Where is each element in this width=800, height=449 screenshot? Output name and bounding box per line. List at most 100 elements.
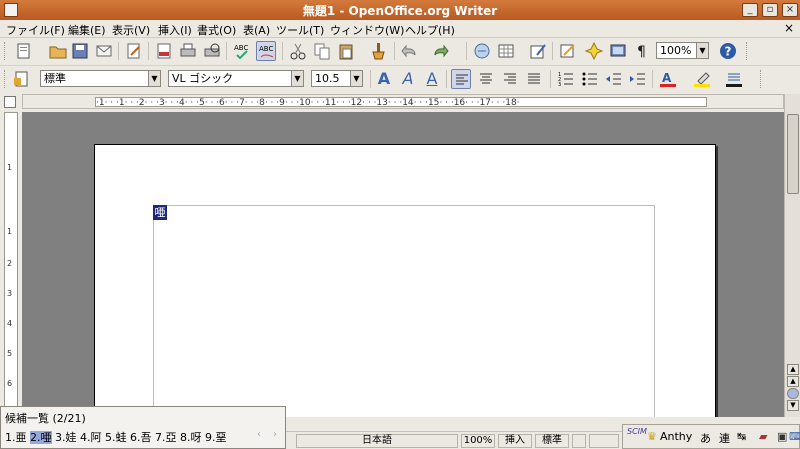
maximize-button[interactable]: ▫ <box>762 3 778 17</box>
cut-icon[interactable] <box>288 41 308 61</box>
insert-image-icon[interactable] <box>528 41 548 61</box>
toolbar-overflow[interactable] <box>746 42 749 60</box>
menu-edit[interactable]: 編集(E) <box>68 22 106 38</box>
ime-conversion-mode[interactable]: 連 <box>719 430 730 446</box>
justify-icon[interactable] <box>524 69 544 89</box>
copy-icon[interactable] <box>312 41 332 61</box>
spellcheck-icon[interactable]: ABC <box>232 41 252 61</box>
formatting-toolbar: 標準 ▼ VL ゴシック ▼ 10.5 ▼ A A A 123 A <box>0 65 800 91</box>
menu-insert[interactable]: 挿入(I) <box>158 22 192 38</box>
candidate-window: 候補一覧 (2/21) 1.亜 2.唖 3.娃 4.阿 5.蛙 6.吾 7.亞 … <box>0 406 286 449</box>
font-color-icon[interactable]: A <box>658 69 678 89</box>
menu-table[interactable]: 表(A) <box>243 22 270 38</box>
new-document-icon[interactable] <box>14 41 34 61</box>
scroll-up-button[interactable]: ▲ <box>787 364 799 375</box>
decrease-indent-icon[interactable] <box>604 69 624 89</box>
save-icon[interactable] <box>70 41 90 61</box>
styles-formatting-icon[interactable] <box>12 69 32 89</box>
menu-help[interactable]: ヘルプ(H) <box>405 22 455 38</box>
print-icon[interactable] <box>178 41 198 61</box>
scrollbar-thumb[interactable] <box>787 114 799 194</box>
export-pdf-icon[interactable] <box>154 41 174 61</box>
menu-view[interactable]: 表示(V) <box>112 22 150 38</box>
toolbar-grip[interactable] <box>4 42 7 60</box>
underline-button[interactable]: A <box>422 69 442 89</box>
close-button[interactable]: × <box>782 3 798 17</box>
undo-icon[interactable] <box>400 41 420 61</box>
document-area[interactable]: 唖 <box>22 112 784 417</box>
candidate-item[interactable]: 3.娃 <box>55 431 77 444</box>
vertical-scrollbar[interactable]: ▲ ▲ ▼ <box>784 94 800 417</box>
tab-stop-selector[interactable] <box>4 96 16 108</box>
font-size-select[interactable]: 10.5 ▼ <box>311 70 363 87</box>
print-preview-icon[interactable] <box>202 41 222 61</box>
navigator-icon[interactable] <box>584 41 604 61</box>
composing-text[interactable]: 唖 <box>153 205 167 220</box>
previous-page-button[interactable]: ▲ <box>787 376 799 387</box>
paste-icon[interactable] <box>336 41 356 61</box>
status-signature[interactable] <box>572 434 586 448</box>
background-color-icon[interactable] <box>724 69 744 89</box>
minimize-button[interactable]: _ <box>742 3 758 17</box>
bold-button[interactable]: A <box>374 69 394 89</box>
next-page-icon[interactable]: › <box>273 429 277 440</box>
menu-file[interactable]: ファイル(F) <box>6 22 65 38</box>
ime-input-mode[interactable]: あ <box>700 430 711 446</box>
navigation-icon[interactable] <box>787 388 799 399</box>
align-center-icon[interactable] <box>476 69 496 89</box>
status-zoom[interactable]: 100% <box>461 434 495 448</box>
candidate-item[interactable]: 1.亜 <box>5 431 27 444</box>
zoom-select[interactable]: 100% ▼ <box>656 42 709 59</box>
redo-icon[interactable] <box>430 41 450 61</box>
italic-button[interactable]: A <box>398 69 418 89</box>
candidate-item[interactable]: 5.蛙 <box>105 431 127 444</box>
open-folder-icon[interactable] <box>48 41 68 61</box>
help-icon[interactable]: ? <box>718 41 738 61</box>
ime-engine[interactable]: Anthy <box>660 430 692 443</box>
align-left-icon[interactable] <box>451 69 471 89</box>
candidate-item[interactable]: 8.呀 <box>180 431 202 444</box>
hyperlink-icon[interactable] <box>472 41 492 61</box>
chevron-down-icon: ▼ <box>291 71 303 86</box>
status-insert-mode[interactable]: 挿入 <box>498 434 532 448</box>
keyboard-icon[interactable]: ⌨ <box>789 430 800 443</box>
toolbar-overflow[interactable] <box>760 70 763 88</box>
status-selection-mode[interactable]: 標準 <box>535 434 569 448</box>
candidate-item[interactable]: 7.亞 <box>155 431 177 444</box>
email-icon[interactable] <box>94 41 114 61</box>
clone-formatting-icon[interactable] <box>368 41 388 61</box>
formatting-marks-icon[interactable]: ¶ <box>632 41 652 61</box>
anthy-crown-icon[interactable]: ♛ <box>647 430 657 443</box>
increase-indent-icon[interactable] <box>628 69 648 89</box>
table-icon[interactable] <box>496 41 516 61</box>
status-language[interactable]: 日本語 <box>296 434 458 448</box>
scim-logo-icon[interactable]: SCIM <box>627 428 647 436</box>
document-page[interactable]: 唖 <box>94 144 716 417</box>
scroll-down-button[interactable]: ▼ <box>787 400 799 411</box>
font-name-select[interactable]: VL ゴシック ▼ <box>168 70 304 87</box>
candidate-item[interactable]: 9.堊 <box>205 431 227 444</box>
ime-symbol-icon[interactable]: ↹ <box>737 430 746 443</box>
horizontal-ruler[interactable]: ·1· · ·1· · ·2· · ·3· · ·4· · ·5· · ·6· … <box>22 94 784 109</box>
menu-window[interactable]: ウィンドウ(W) <box>330 22 404 38</box>
highlighting-icon[interactable] <box>692 69 712 89</box>
menu-format[interactable]: 書式(O) <box>197 22 236 38</box>
bullets-icon[interactable] <box>580 69 600 89</box>
autospellcheck-icon[interactable]: ABC <box>256 41 276 61</box>
ime-help-icon[interactable]: ▣ <box>777 430 787 443</box>
numbering-icon[interactable]: 123 <box>556 69 576 89</box>
edit-file-icon[interactable] <box>124 41 144 61</box>
candidate-item-selected[interactable]: 2.唖 <box>30 431 52 444</box>
dictionary-icon[interactable]: ▰ <box>759 430 767 443</box>
candidate-item[interactable]: 6.吾 <box>130 431 152 444</box>
document-close-button[interactable]: × <box>784 21 794 35</box>
gallery-icon[interactable] <box>608 41 628 61</box>
draw-functions-icon[interactable] <box>558 41 578 61</box>
prev-page-icon[interactable]: ‹ <box>257 429 261 440</box>
menu-tools[interactable]: ツール(T) <box>276 22 324 38</box>
toolbar-grip[interactable] <box>4 70 7 88</box>
vertical-ruler[interactable]: 1 1 2 3 4 5 6 <box>4 112 18 417</box>
candidate-item[interactable]: 4.阿 <box>80 431 102 444</box>
paragraph-style-select[interactable]: 標準 ▼ <box>40 70 161 87</box>
align-right-icon[interactable] <box>500 69 520 89</box>
